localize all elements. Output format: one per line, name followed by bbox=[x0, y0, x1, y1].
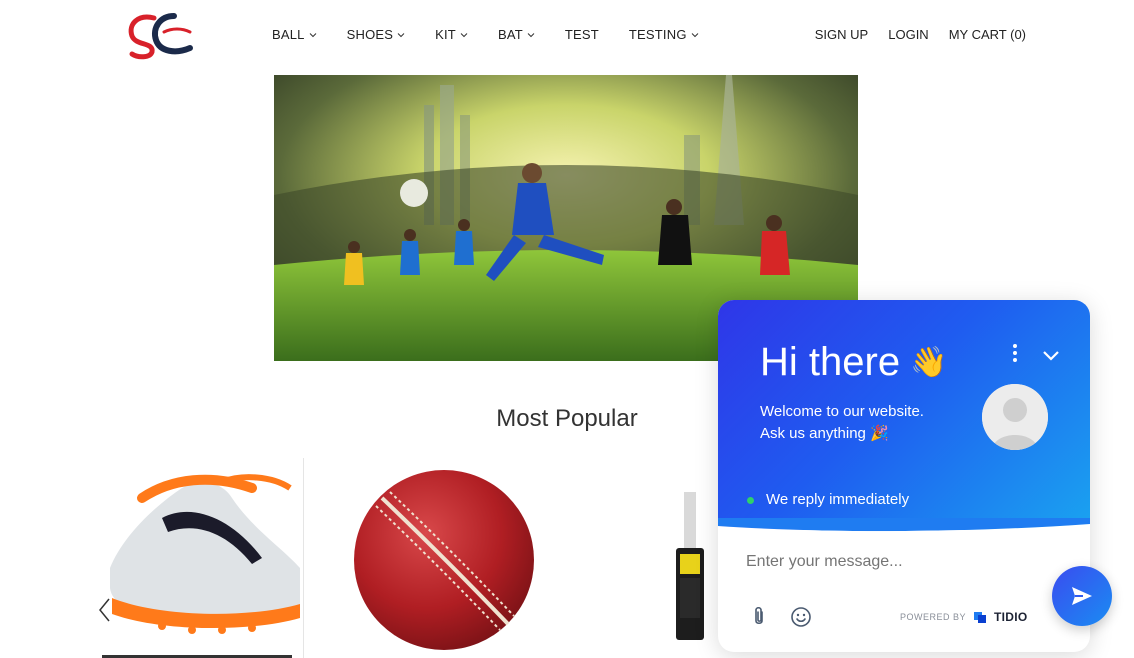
chevron-down-icon[interactable] bbox=[1040, 344, 1062, 366]
chat-welcome: Welcome to our website. Ask us anything … bbox=[760, 401, 924, 445]
cart-link[interactable]: MY CART (0) bbox=[949, 27, 1026, 42]
nav-item-label: TESTING bbox=[628, 27, 687, 42]
attachment-icon[interactable] bbox=[750, 606, 768, 628]
header-wave bbox=[718, 518, 1090, 538]
card-divider bbox=[303, 458, 304, 658]
nav-item-shoes[interactable]: SHOES bbox=[347, 27, 406, 42]
chat-welcome-line1: Welcome to our website. bbox=[760, 403, 924, 420]
chat-welcome-line2: Ask us anything bbox=[760, 425, 866, 442]
chevron-down-icon bbox=[460, 32, 468, 37]
agent-avatar bbox=[982, 384, 1048, 450]
nav-item-testing[interactable]: TESTING bbox=[629, 27, 699, 42]
nav-item-label: KIT bbox=[435, 27, 456, 42]
product-image-bat[interactable] bbox=[660, 458, 720, 658]
powered-by-text: POWERED BY bbox=[900, 612, 967, 622]
chevron-down-icon bbox=[309, 32, 316, 37]
nav-item-label: BAT bbox=[497, 27, 523, 42]
signup-link[interactable]: SIGN UP bbox=[815, 27, 868, 42]
site-header: BALL SHOES KIT BAT TEST TESTING SIGN UP … bbox=[0, 0, 1134, 72]
online-status-icon bbox=[747, 497, 754, 504]
tidio-brand-text: TIDIO bbox=[994, 610, 1028, 624]
chat-header: Hi there 👋 Welcome to our website. Ask u… bbox=[718, 300, 1090, 530]
site-logo[interactable] bbox=[124, 8, 198, 62]
chat-greeting: Hi there 👋 bbox=[760, 340, 947, 385]
wave-emoji-icon: 👋 bbox=[910, 346, 948, 379]
send-icon bbox=[1072, 587, 1092, 605]
login-link[interactable]: LOGIN bbox=[888, 27, 928, 42]
powered-by[interactable]: POWERED BY TIDIO bbox=[900, 610, 1028, 624]
nav-item-label: SHOES bbox=[346, 27, 394, 42]
nav-item-ball[interactable]: BALL bbox=[272, 27, 317, 42]
chat-message-input[interactable] bbox=[746, 553, 1046, 571]
chevron-down-icon bbox=[691, 32, 699, 37]
chevron-left-icon[interactable] bbox=[96, 596, 114, 624]
page: BALL SHOES KIT BAT TEST TESTING SIGN UP … bbox=[0, 0, 1134, 658]
nav-item-kit[interactable]: KIT bbox=[435, 27, 468, 42]
party-emoji-icon: 🎉 bbox=[870, 425, 889, 442]
product-image-ball[interactable] bbox=[344, 458, 544, 658]
main-nav: BALL SHOES KIT BAT TEST TESTING bbox=[272, 27, 729, 42]
chevron-down-icon bbox=[397, 32, 405, 37]
nav-item-label: BALL bbox=[272, 27, 305, 42]
tidio-logo-icon bbox=[974, 612, 987, 623]
chat-widget: Hi there 👋 Welcome to our website. Ask u… bbox=[718, 300, 1090, 652]
product-image-shoe[interactable] bbox=[102, 458, 304, 658]
nav-item-bat[interactable]: BAT bbox=[498, 27, 535, 42]
nav-item-test[interactable]: TEST bbox=[565, 27, 599, 42]
nav-item-label: TEST bbox=[564, 27, 599, 42]
chevron-down-icon bbox=[527, 32, 535, 37]
account-nav: SIGN UP LOGIN MY CART (0) bbox=[815, 27, 1026, 42]
chat-greeting-text: Hi there bbox=[760, 340, 901, 384]
chat-status-text: We reply immediately bbox=[766, 491, 910, 508]
emoji-icon[interactable] bbox=[790, 606, 812, 628]
more-options-icon[interactable] bbox=[1010, 342, 1020, 364]
send-button[interactable] bbox=[1052, 566, 1112, 626]
